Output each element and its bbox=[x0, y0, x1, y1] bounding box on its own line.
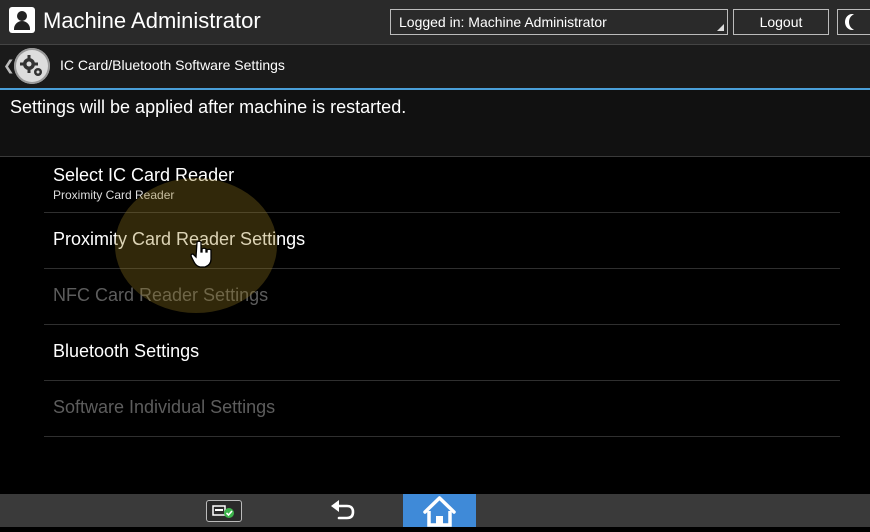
list-item-select-ic-card-reader[interactable]: Select IC Card Reader Proximity Card Rea… bbox=[44, 157, 840, 213]
list-item-label: Software Individual Settings bbox=[53, 397, 276, 417]
top-bar: Machine Administrator Logged in: Machine… bbox=[0, 0, 870, 45]
hand-cursor-icon bbox=[190, 240, 212, 268]
settings-list: Select IC Card Reader Proximity Card Rea… bbox=[44, 157, 840, 437]
list-item-nfc-card-reader-settings: NFC Card Reader Settings bbox=[44, 269, 840, 325]
home-icon bbox=[423, 496, 456, 527]
logged-in-dropdown[interactable]: Logged in: Machine Administrator bbox=[390, 9, 728, 35]
breadcrumb: IC Card/Bluetooth Software Settings bbox=[60, 57, 285, 73]
list-item-bluetooth-settings[interactable]: Bluetooth Settings bbox=[44, 325, 840, 381]
logout-button[interactable]: Logout bbox=[733, 9, 829, 35]
home-button[interactable] bbox=[403, 494, 476, 527]
list-item-label: Bluetooth Settings bbox=[53, 341, 200, 361]
page-title: Machine Administrator bbox=[43, 8, 261, 33]
list-item-label: Select IC Card Reader bbox=[53, 165, 235, 185]
user-icon bbox=[9, 7, 35, 33]
back-arrow-icon[interactable] bbox=[327, 498, 357, 524]
energy-saver-button[interactable] bbox=[837, 9, 870, 35]
logged-in-label: Logged in: Machine Administrator bbox=[399, 14, 607, 30]
gear-icon[interactable] bbox=[14, 48, 50, 84]
dropdown-corner-icon bbox=[717, 24, 724, 31]
restart-notice: Settings will be applied after machine i… bbox=[0, 90, 870, 157]
list-item-proximity-card-reader-settings[interactable]: Proximity Card Reader Settings bbox=[44, 213, 840, 269]
breadcrumb-bar: ❮ IC Card/Bluetooth Software Settings bbox=[0, 45, 870, 90]
moon-icon bbox=[849, 14, 863, 30]
chevron-left-icon[interactable]: ❮ bbox=[3, 57, 15, 74]
list-item-label: Proximity Card Reader Settings bbox=[53, 229, 306, 249]
bottom-bar bbox=[0, 494, 870, 527]
list-item-label: NFC Card Reader Settings bbox=[53, 285, 269, 305]
list-item-software-individual-settings: Software Individual Settings bbox=[44, 381, 840, 437]
notice-text: Settings will be applied after machine i… bbox=[10, 97, 407, 117]
card-status-icon[interactable] bbox=[206, 500, 242, 522]
list-item-value: Proximity Card Reader bbox=[53, 188, 175, 202]
